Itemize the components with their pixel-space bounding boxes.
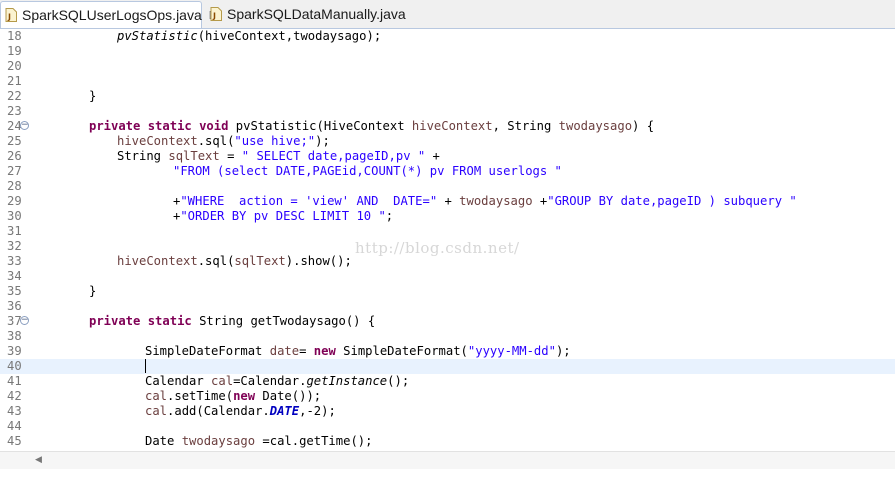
line-number: 26 xyxy=(7,149,22,163)
java-file-icon: J xyxy=(5,8,17,22)
code-line[interactable]: 31 xyxy=(0,224,895,239)
line-number: 19 xyxy=(7,44,22,58)
code-line[interactable]: 24− private static void pvStatistic(HiveC… xyxy=(0,119,895,134)
code-line[interactable]: 20 xyxy=(0,59,895,74)
code-text: } xyxy=(89,284,97,298)
line-number: 44 xyxy=(7,419,22,433)
code-text: Date twodaysago =cal.getTime(); xyxy=(145,434,373,448)
code-text: Calendar cal=Calendar.getInstance(); xyxy=(145,374,410,388)
fold-toggle-icon[interactable]: − xyxy=(20,316,29,325)
line-number: 20 xyxy=(7,59,22,73)
code-line[interactable]: 45 Date twodaysago =cal.getTime(); xyxy=(0,434,895,449)
code-text xyxy=(145,359,146,374)
line-number: 33 xyxy=(7,254,22,268)
tab-label: SparkSQLDataManually.java xyxy=(227,6,406,22)
tab-sparksqldatamanually[interactable]: J SparkSQLDataManually.java xyxy=(206,1,406,27)
fold-toggle-icon[interactable]: − xyxy=(20,121,29,130)
code-line[interactable]: 39 SimpleDateFormat date= new SimpleDateF… xyxy=(0,344,895,359)
line-number: 42 xyxy=(7,389,22,403)
code-line[interactable]: 34 xyxy=(0,269,895,284)
line-number: 40 xyxy=(7,359,22,373)
code-line[interactable]: 36 xyxy=(0,299,895,314)
horizontal-scrollbar[interactable]: ◀ xyxy=(0,451,895,469)
code-line[interactable]: 29 +"WHERE action = 'view' AND DATE=" + t… xyxy=(0,194,895,209)
tab-sparksqluserlogsops[interactable]: J SparkSQLUserLogsOps.java ☒ xyxy=(0,1,219,28)
code-text: +"ORDER BY pv DESC LIMIT 10 "; xyxy=(173,209,394,223)
line-number: 36 xyxy=(7,299,22,313)
line-number: 25 xyxy=(7,134,22,148)
code-line[interactable]: 21 xyxy=(0,74,895,89)
line-number: 39 xyxy=(7,344,22,358)
code-line[interactable]: 43 cal.add(Calendar.DATE,-2); xyxy=(0,404,895,419)
code-text: hiveContext.sql(sqlText).show(); xyxy=(117,254,352,268)
code-text: hiveContext.sql("use hive;"); xyxy=(117,134,330,148)
svg-text:J: J xyxy=(7,13,11,22)
code-line[interactable]: 41 Calendar cal=Calendar.getInstance(); xyxy=(0,374,895,389)
line-number: 23 xyxy=(7,104,22,118)
code-line[interactable]: 38 xyxy=(0,329,895,344)
code-line[interactable]: 26 String sqlText = " SELECT date,pageID,… xyxy=(0,149,895,164)
code-text: "FROM (select DATE,PAGEid,COUNT(*) pv FR… xyxy=(173,164,562,178)
tab-label: SparkSQLUserLogsOps.java xyxy=(22,7,202,23)
line-number: 32 xyxy=(7,239,22,253)
code-text: private static String getTwodaysago() { xyxy=(89,314,376,328)
code-line[interactable]: 44 xyxy=(0,419,895,434)
svg-text:J: J xyxy=(212,12,216,21)
code-line[interactable]: 42 cal.setTime(new Date()); xyxy=(0,389,895,404)
code-line[interactable]: 22} xyxy=(0,89,895,104)
line-number: 34 xyxy=(7,269,22,283)
code-text: cal.setTime(new Date()); xyxy=(145,389,322,403)
status-area xyxy=(0,469,895,480)
line-number: 22 xyxy=(7,89,22,103)
line-number: 27 xyxy=(7,164,22,178)
code-text: } xyxy=(89,89,97,103)
code-line[interactable]: 30 +"ORDER BY pv DESC LIMIT 10 "; xyxy=(0,209,895,224)
scroll-left-icon[interactable]: ◀ xyxy=(35,455,42,465)
watermark-text: http://blog.csdn.net/ xyxy=(355,239,520,257)
code-line[interactable]: 37− private static String getTwodaysago()… xyxy=(0,314,895,329)
code-text: SimpleDateFormat date= new SimpleDateFor… xyxy=(145,344,571,358)
line-number: 41 xyxy=(7,374,22,388)
line-number: 30 xyxy=(7,209,22,223)
line-number: 31 xyxy=(7,224,22,238)
line-number: 21 xyxy=(7,74,22,88)
code-line[interactable]: 23 xyxy=(0,104,895,119)
code-line[interactable]: 28 xyxy=(0,179,895,194)
editor-tab-bar: J SparkSQLUserLogsOps.java ☒ J SparkSQLD… xyxy=(0,0,895,29)
code-line[interactable]: 25 hiveContext.sql("use hive;"); xyxy=(0,134,895,149)
code-line[interactable]: 40 xyxy=(0,359,895,374)
code-text: cal.add(Calendar.DATE,-2); xyxy=(145,404,336,418)
line-number: 43 xyxy=(7,404,22,418)
line-number: 35 xyxy=(7,284,22,298)
code-line[interactable]: 18 pvStatistic(hiveContext,twodaysago); xyxy=(0,29,895,44)
line-number: 28 xyxy=(7,179,22,193)
line-number: 45 xyxy=(7,434,22,448)
code-text: +"WHERE action = 'view' AND DATE=" + two… xyxy=(173,194,797,208)
code-text: private static void pvStatistic(HiveCont… xyxy=(89,119,655,133)
line-number: 29 xyxy=(7,194,22,208)
code-line[interactable]: 27 "FROM (select DATE,PAGEid,COUNT(*) pv … xyxy=(0,164,895,179)
code-text: String sqlText = " SELECT date,pageID,pv… xyxy=(117,149,440,163)
java-file-icon: J xyxy=(210,7,222,21)
text-cursor xyxy=(145,359,146,373)
line-number: 18 xyxy=(7,29,22,43)
line-number: 38 xyxy=(7,329,22,343)
code-text: pvStatistic(hiveContext,twodaysago); xyxy=(117,29,382,43)
code-line[interactable]: 35} xyxy=(0,284,895,299)
code-line[interactable]: 19 xyxy=(0,44,895,59)
